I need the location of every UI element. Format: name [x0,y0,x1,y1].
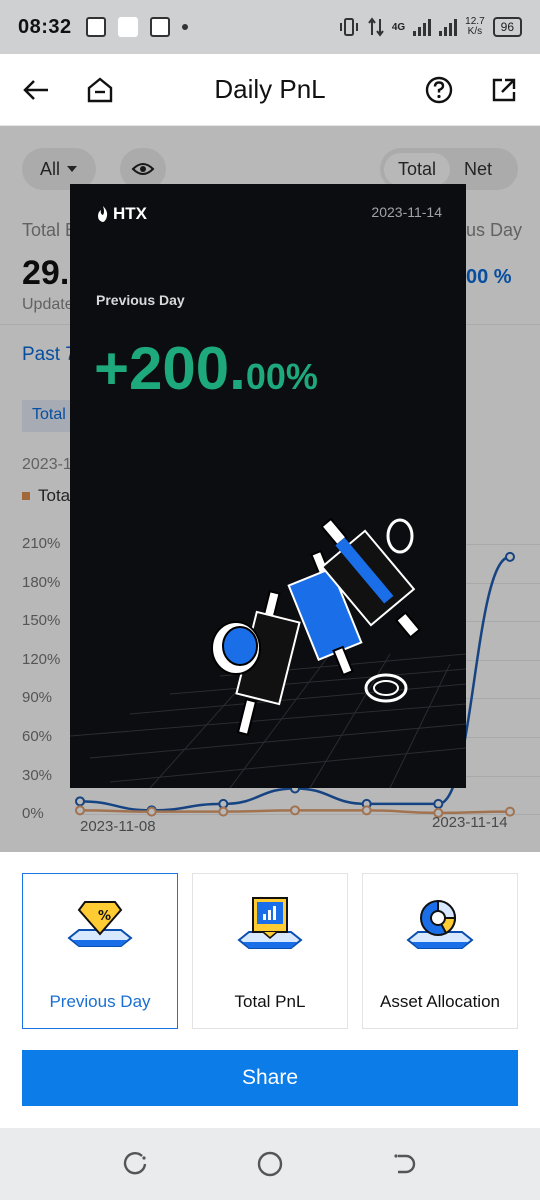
percent-badge-icon: % [67,901,133,947]
speed-unit: K/s [467,26,483,37]
battery-icon: 96 [492,17,522,37]
htx-logo: HTX [96,204,147,224]
notification-dot-icon [181,24,188,30]
option-label: Previous Day [49,992,151,1011]
signal-icon [413,18,432,36]
home-nav-icon[interactable] [256,1150,284,1178]
card-pnl-value: +200.00% [94,334,318,403]
vibrate-icon [339,18,358,36]
pie-chart-icon [406,899,474,949]
recents-icon[interactable] [122,1150,150,1178]
page-title: Daily PnL [214,74,326,104]
option-label: Asset Allocation [379,992,500,1011]
option-total-pnl[interactable]: Total PnL [192,873,348,1029]
option-asset-allocation[interactable]: Asset Allocation [362,873,518,1029]
notification-app-icon [85,17,106,37]
pnl-decimal: 00% [245,356,318,397]
network-type: 4G [391,21,406,33]
share-out-icon [492,78,516,102]
share-options-sheet: % Previous Day Total PnL Asset Allocatio… [0,852,540,1128]
data-transfer-icon [368,17,384,37]
share-out-button[interactable] [486,72,522,108]
status-system-icons: 4G 12.7 K/s 96 [338,17,522,37]
pnl-integer: +200. [94,335,246,402]
bar-chart-icon [237,897,303,949]
status-notification-icons [85,17,188,37]
logo-text: HTX [113,204,147,223]
option-previous-day[interactable]: % Previous Day [22,873,178,1029]
back-nav-icon[interactable] [390,1150,418,1178]
notification-app2-icon [149,17,170,37]
svg-text:%: % [98,909,111,924]
status-time: 08:32 [18,15,72,38]
card-date: 2023-11-14 [371,204,442,220]
option-label: Total PnL [234,992,306,1011]
candlestick-illustration [70,517,466,788]
signal2-icon [439,18,458,36]
help-icon [425,76,453,104]
system-nav-bar [0,1128,540,1200]
card-period-label: Previous Day [96,292,185,308]
help-button[interactable] [421,72,457,108]
share-card: HTX 2023-11-14 Previous Day +200.00% [70,184,466,788]
flame-icon [98,206,108,222]
notification-square-icon [117,17,138,37]
app-header: Daily PnL [0,54,540,126]
status-bar: 08:32 4G 12.7 K/s 96 [0,0,540,54]
share-button[interactable]: Share [22,1050,518,1106]
network-speed: 12.7 K/s [465,17,484,37]
